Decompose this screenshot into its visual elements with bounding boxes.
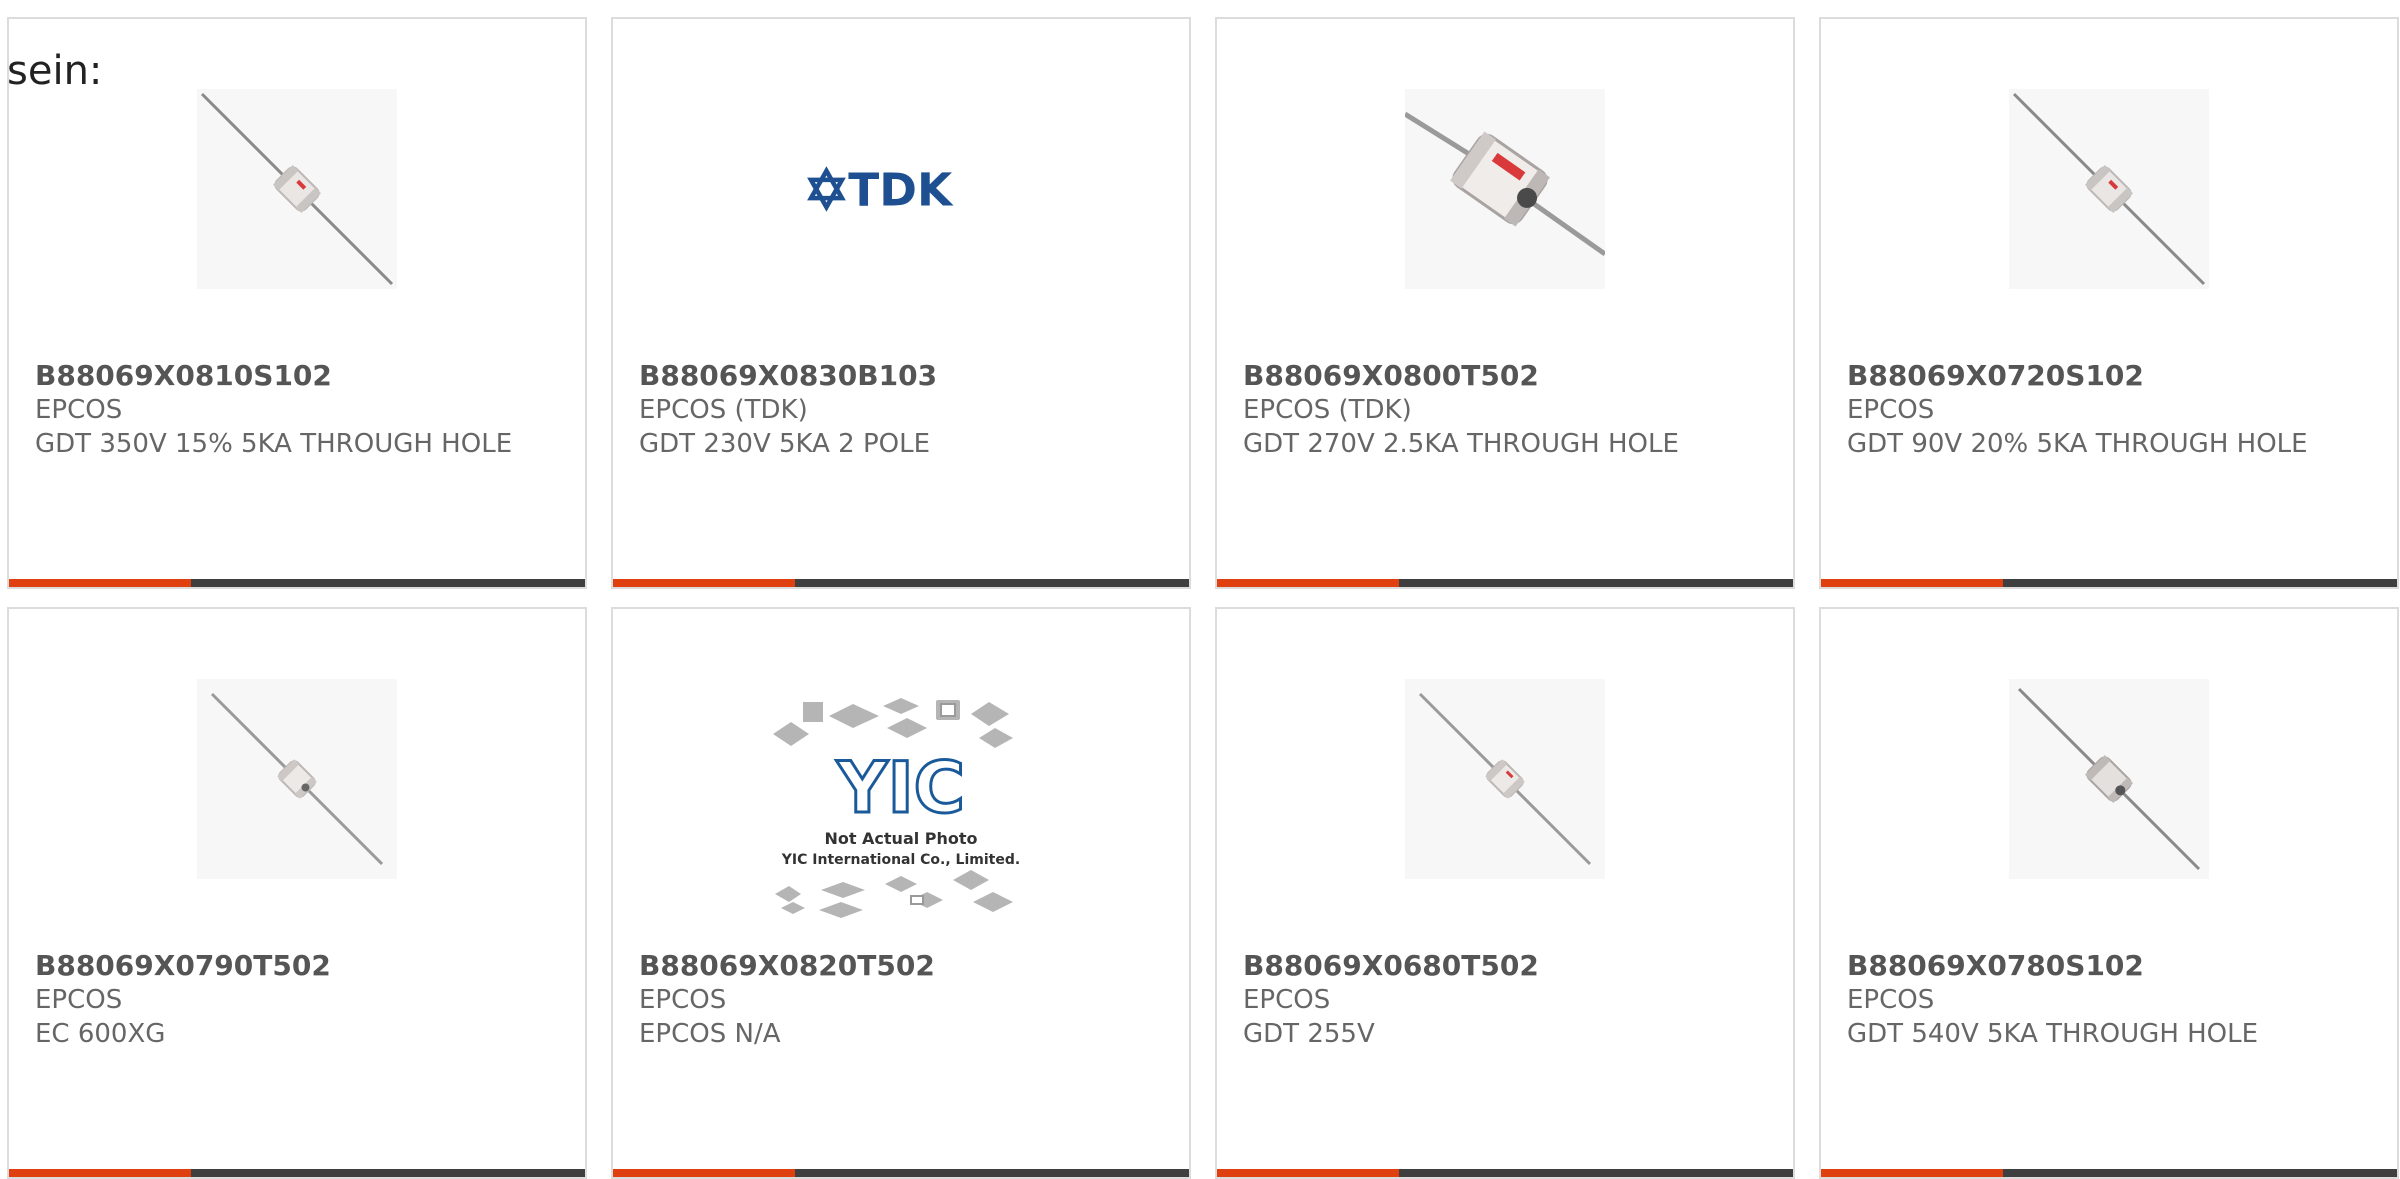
product-card[interactable]: B88069X0720S102 EPCOS GDT 90V 20% 5KA TH… [1819,17,2399,589]
part-number[interactable]: B88069X0680T502 [1243,949,1773,983]
gdt-axial-small-icon [197,89,397,289]
product-grid: B88069X0810S102 EPCOS GDT 350V 15% 5KA T… [7,17,2400,1179]
card-accent [9,579,191,587]
gdt-axial-small-icon [197,679,397,879]
gdt-closeup-icon [1405,89,1605,289]
description: GDT 230V 5KA 2 POLE [639,429,931,459]
manufacturer: EPCOS [1243,985,1331,1015]
part-number[interactable]: B88069X0720S102 [1847,359,2377,393]
card-accent [1821,579,2003,587]
product-card[interactable]: B88069X0780S102 EPCOS GDT 540V 5KA THROU… [1819,607,2399,1179]
product-card[interactable]: B88069X0680T502 EPCOS GDT 255V [1215,607,1795,1179]
product-card[interactable]: B88069X0790T502 EPCOS EC 600XG [7,607,587,1179]
card-bottom-bar [1217,579,1793,587]
tdk-logo-icon: TDK [801,89,1001,289]
part-number[interactable]: B88069X0820T502 [639,949,1169,983]
description: GDT 90V 20% 5KA THROUGH HOLE [1847,429,2308,459]
part-number[interactable]: B88069X0830B103 [639,359,1169,393]
card-bottom-bar [1821,579,2397,587]
card-bottom-bar [613,579,1189,587]
part-number[interactable]: B88069X0790T502 [35,949,565,983]
part-number[interactable]: B88069X0780S102 [1847,949,2377,983]
gdt-axial-small-icon [2009,679,2209,879]
card-accent [9,1169,191,1177]
manufacturer: EPCOS [1847,985,1935,1015]
manufacturer: EPCOS [1847,395,1935,425]
description: GDT 255V [1243,1019,1375,1049]
description: GDT 270V 2.5KA THROUGH HOLE [1243,429,1679,459]
manufacturer: EPCOS [35,985,123,1015]
description: GDT 350V 15% 5KA THROUGH HOLE [35,429,513,459]
card-accent [1217,579,1399,587]
part-number[interactable]: B88069X0800T502 [1243,359,1773,393]
card-accent [1821,1169,2003,1177]
gdt-axial-small-icon [1405,679,1605,879]
yic-placeholder-icon: YIC Not Actual Photo YIC International C… [761,694,1041,934]
card-bottom-bar [9,579,585,587]
yic-caption-line-1: Not Actual Photo [824,829,977,848]
description: EPCOS N/A [639,1019,781,1049]
intro-text: sein: [7,48,103,94]
description: EC 600XG [35,1019,166,1049]
card-accent [613,1169,795,1177]
manufacturer: EPCOS [35,395,123,425]
card-bottom-bar [1217,1169,1793,1177]
product-card[interactable]: YIC Not Actual Photo YIC International C… [611,607,1191,1179]
product-card[interactable]: TDK B88069X0830B103 EPCOS (TDK) GDT 230V… [611,17,1191,589]
yic-logo-mark: YIC [836,747,965,829]
part-number[interactable]: B88069X0810S102 [35,359,565,393]
manufacturer: EPCOS (TDK) [1243,395,1412,425]
gdt-axial-small-icon [2009,89,2209,289]
card-accent [1217,1169,1399,1177]
card-accent [613,579,795,587]
manufacturer: EPCOS [639,985,727,1015]
tdk-logo-text: TDK [848,163,954,216]
description: GDT 540V 5KA THROUGH HOLE [1847,1019,2259,1049]
card-bottom-bar [9,1169,585,1177]
product-card[interactable]: B88069X0800T502 EPCOS (TDK) GDT 270V 2.5… [1215,17,1795,589]
card-bottom-bar [613,1169,1189,1177]
product-card[interactable]: B88069X0810S102 EPCOS GDT 350V 15% 5KA T… [7,17,587,589]
card-bottom-bar [1821,1169,2397,1177]
yic-caption-line-2: YIC International Co., Limited. [781,852,1020,868]
manufacturer: EPCOS (TDK) [639,395,808,425]
